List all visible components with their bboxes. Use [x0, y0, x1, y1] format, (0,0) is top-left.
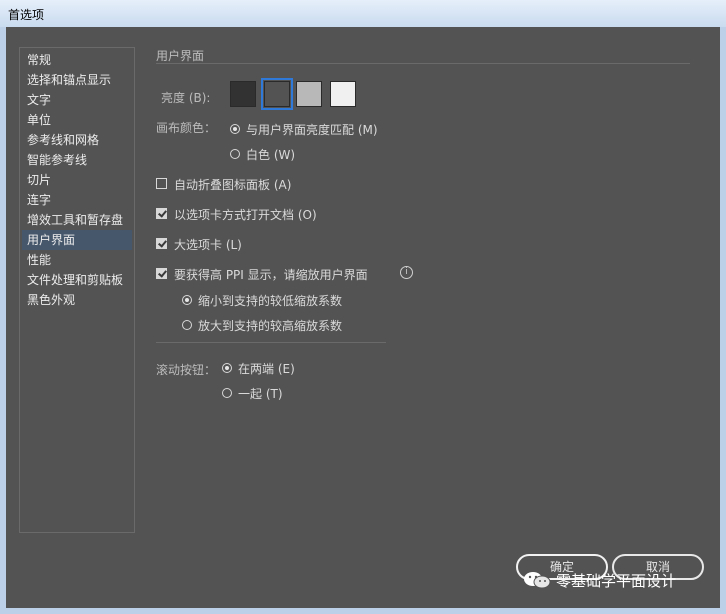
- auto-collapse-label[interactable]: 自动折叠图标面板 (A): [174, 176, 291, 193]
- sidebar-item-black-appearance[interactable]: 黑色外观: [22, 290, 132, 310]
- open-docs-tabs-checkbox[interactable]: [156, 208, 167, 219]
- large-tabs-label[interactable]: 大选项卡 (L): [174, 236, 242, 253]
- sidebar-item-hyphenation[interactable]: 连字: [22, 190, 132, 210]
- auto-collapse-checkbox[interactable]: [156, 178, 167, 189]
- section-title: 用户界面: [156, 49, 205, 63]
- info-icon[interactable]: i: [400, 266, 413, 279]
- sidebar-item-type[interactable]: 文字: [22, 90, 132, 110]
- sidebar-item-general[interactable]: 常规: [22, 50, 132, 70]
- sidebar-item-plugins-scratch[interactable]: 增效工具和暂存盘: [22, 210, 132, 230]
- watermark-text: 零基础学平面设计: [556, 572, 677, 590]
- title-bar: 首选项: [0, 0, 726, 28]
- brightness-swatch-dark[interactable]: [230, 81, 256, 107]
- canvas-white-radio[interactable]: [230, 149, 240, 159]
- scroll-together-radio[interactable]: [222, 388, 232, 398]
- scroll-at-ends-radio[interactable]: [222, 363, 232, 373]
- scale-down-radio[interactable]: [182, 295, 192, 305]
- canvas-match-ui-label[interactable]: 与用户界面亮度匹配 (M): [246, 121, 378, 138]
- scroll-at-ends-label[interactable]: 在两端 (E): [238, 360, 295, 377]
- large-tabs-checkbox[interactable]: [156, 238, 167, 249]
- sidebar-item-smart-guides[interactable]: 智能参考线: [22, 150, 132, 170]
- section-divider: [156, 63, 690, 64]
- canvas-white-label[interactable]: 白色 (W): [246, 146, 295, 163]
- sidebar-item-performance[interactable]: 性能: [22, 250, 132, 270]
- category-list: 常规 选择和锚点显示 文字 单位 参考线和网格 智能参考线 切片 连字 增效工具…: [19, 47, 135, 533]
- sidebar-item-user-interface[interactable]: 用户界面: [22, 230, 132, 250]
- scale-up-label[interactable]: 放大到支持的较高缩放系数: [198, 317, 342, 334]
- preferences-dialog: 常规 选择和锚点显示 文字 单位 参考线和网格 智能参考线 切片 连字 增效工具…: [6, 27, 720, 608]
- scale-up-radio[interactable]: [182, 320, 192, 330]
- sidebar-item-file-clipboard[interactable]: 文件处理和剪贴板: [22, 270, 132, 290]
- brightness-label: 亮度 (B):: [161, 91, 211, 105]
- sidebar-item-selection-anchor[interactable]: 选择和锚点显示: [22, 70, 132, 90]
- scroll-divider: [156, 342, 386, 343]
- scale-ui-label[interactable]: 要获得高 PPI 显示，请缩放用户界面: [174, 266, 368, 283]
- brightness-swatch-medium-light[interactable]: [296, 81, 322, 107]
- open-docs-tabs-label[interactable]: 以选项卡方式打开文档 (O): [174, 206, 317, 223]
- sidebar-item-slices[interactable]: 切片: [22, 170, 132, 190]
- brightness-swatch-medium-dark[interactable]: [261, 78, 293, 110]
- canvas-match-ui-radio[interactable]: [230, 124, 240, 134]
- sidebar-item-units[interactable]: 单位: [22, 110, 132, 130]
- scroll-together-label[interactable]: 一起 (T): [238, 385, 283, 402]
- scroll-buttons-label: 滚动按钮：: [156, 363, 217, 377]
- scale-down-label[interactable]: 缩小到支持的较低缩放系数: [198, 292, 342, 309]
- brightness-swatch-light[interactable]: [330, 81, 356, 107]
- scale-ui-checkbox[interactable]: [156, 268, 167, 279]
- wechat-icon: [524, 572, 551, 589]
- sidebar-item-guides-grid[interactable]: 参考线和网格: [22, 130, 132, 150]
- canvas-color-label: 画布颜色：: [156, 121, 217, 135]
- window-title: 首选项: [8, 8, 45, 22]
